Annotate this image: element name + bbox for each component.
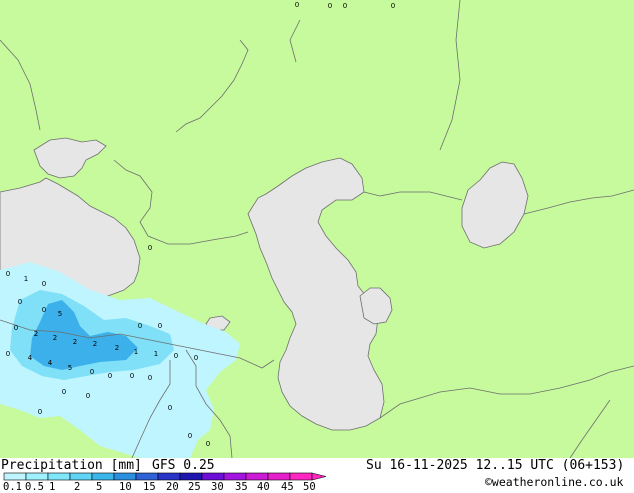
- legend-label: 45: [281, 481, 294, 493]
- precip-value: 0: [174, 352, 178, 360]
- precip-value: 0: [130, 372, 134, 380]
- precip-value: 0: [18, 298, 22, 306]
- legend-swatch: [223, 472, 247, 481]
- legend-swatch: [289, 472, 313, 481]
- precip-value: 0: [90, 368, 94, 376]
- map: 0 0 0 0 0 1 0 0 0 5 0 2 2 2 2 2 1 0 4 4 5 1 0 0 0 0 0 0 0 0 0 0 0 0 0 0 0: [0, 0, 634, 458]
- precip-value: 0: [108, 372, 112, 380]
- legend-swatch: [157, 472, 181, 481]
- precip-value: 0: [188, 432, 192, 440]
- legend-swatch: [91, 472, 115, 481]
- precip-value: 2: [34, 330, 38, 338]
- legend-label: 5: [96, 481, 103, 493]
- precip-value: 0: [86, 392, 90, 400]
- precip-value: 0: [6, 350, 10, 358]
- precip-value: 0: [62, 388, 66, 396]
- map-title: Precipitation [mm]: [1, 458, 142, 473]
- precip-value: 0: [42, 280, 46, 288]
- legend-swatch: [135, 472, 159, 481]
- legend-arrow: [311, 472, 327, 481]
- info-bar: Precipitation [mm] GFS 0.25 Su 16-11-202…: [0, 458, 634, 493]
- precip-value: 0: [6, 270, 10, 278]
- precip-value: 0: [343, 2, 347, 10]
- legend-swatch: [267, 472, 291, 481]
- legend-swatch: [69, 472, 93, 481]
- precip-value: 2: [73, 338, 77, 346]
- precip-value: 4: [28, 354, 33, 362]
- precip-value: 1: [24, 275, 28, 283]
- precip-value: 0: [206, 440, 210, 448]
- precip-value: 4: [48, 359, 53, 367]
- model-name: GFS 0.25: [152, 458, 215, 473]
- precip-value: 5: [68, 364, 72, 372]
- precip-value: 0: [194, 354, 198, 362]
- precip-value: 1: [134, 348, 138, 356]
- legend-swatch: [25, 472, 49, 481]
- precip-value: 0: [295, 1, 299, 9]
- legend-label: 20: [166, 481, 179, 493]
- valid-time: Su 16-11-2025 12..15 UTC (06+153): [366, 458, 625, 473]
- precip-value: 0: [158, 322, 162, 330]
- precip-value: 0: [148, 244, 152, 252]
- legend-swatch: [245, 472, 269, 481]
- precip-value: 0: [42, 306, 46, 314]
- legend-label: 0.1: [3, 481, 22, 493]
- legend-label: 1: [49, 481, 56, 493]
- precip-value: 2: [93, 340, 97, 348]
- copyright: ©weatheronline.co.uk: [485, 475, 624, 489]
- legend-label: 30: [211, 481, 224, 493]
- legend-label: 50: [303, 481, 316, 493]
- legend-swatch: [113, 472, 137, 481]
- precip-value: 2: [53, 334, 57, 342]
- legend-swatch: [47, 472, 71, 481]
- precip-value: 0: [168, 404, 172, 412]
- precip-value: 2: [115, 344, 119, 352]
- precip-value: 0: [38, 408, 42, 416]
- precip-value: 0: [328, 2, 332, 10]
- legend-label: 2: [74, 481, 81, 493]
- legend-label: 10: [119, 481, 132, 493]
- precip-value: 0: [391, 2, 395, 10]
- legend-swatch: [3, 472, 27, 481]
- legend-label: 25: [188, 481, 201, 493]
- precip-value: 0: [148, 374, 152, 382]
- legend-label: 0.5: [25, 481, 44, 493]
- legend-label: 35: [235, 481, 248, 493]
- legend-swatch: [179, 472, 203, 481]
- precip-value: 0: [14, 324, 18, 332]
- precip-value: 0: [138, 322, 142, 330]
- map-canvas: 0 0 0 0 0 1 0 0 0 5 0 2 2 2 2 2 1 0 4 4 5 1 0 0 0 0 0 0 0 0 0 0 0 0 0 0 0: [0, 0, 634, 458]
- legend-label: 15: [143, 481, 156, 493]
- legend-label: 40: [257, 481, 270, 493]
- legend-swatch: [201, 472, 225, 481]
- precip-value: 5: [58, 310, 62, 318]
- precip-value: 1: [154, 350, 158, 358]
